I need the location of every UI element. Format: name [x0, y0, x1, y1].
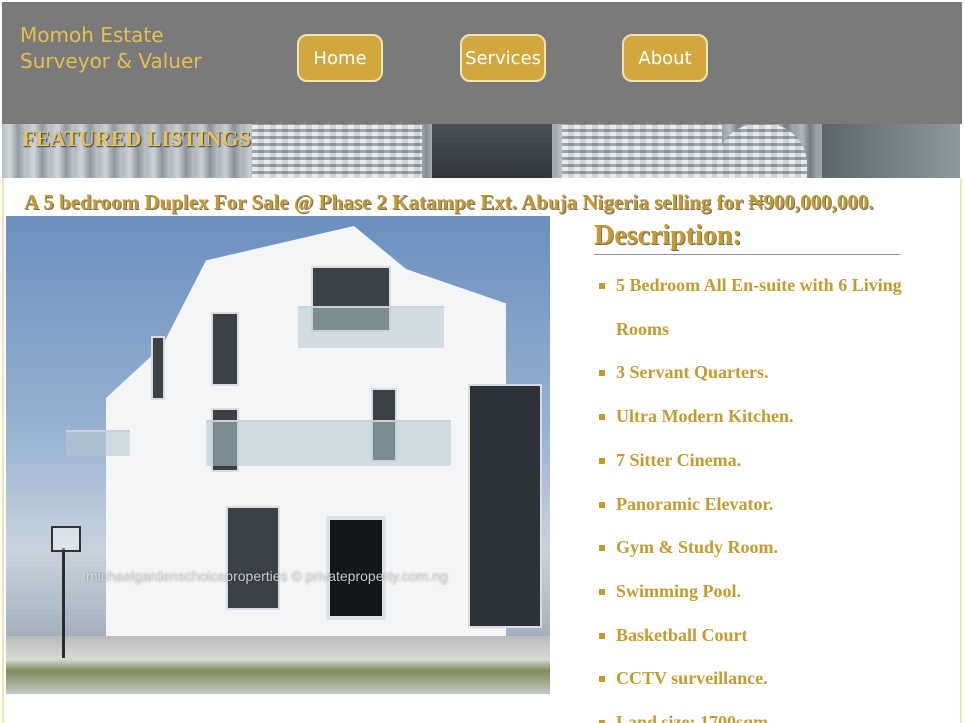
banner-title: FEATURED LISTINGS — [22, 126, 251, 151]
list-item: Basketball Court — [594, 614, 944, 658]
listing-title: A 5 bedroom Duplex For Sale @ Phase 2 Ka… — [24, 190, 874, 214]
balcony-glass — [206, 420, 451, 466]
window — [151, 336, 165, 400]
banner-decor — [562, 124, 722, 178]
description-heading: Description: — [594, 218, 900, 255]
photo-watermark: michaelgardenschoiceproperties © private… — [86, 568, 448, 584]
window — [468, 384, 542, 628]
balcony-glass — [66, 430, 130, 456]
brand-name: Momoh Estate Surveyor & Valuer — [20, 23, 202, 73]
banner-decor — [822, 124, 960, 178]
feature-list: 5 Bedroom All En-suite with 6 Living Roo… — [594, 264, 944, 723]
list-item: 5 Bedroom All En-suite with 6 Living Roo… — [594, 264, 944, 351]
banner-decor — [717, 124, 807, 178]
site-header: Momoh Estate Surveyor & Valuer Home Serv… — [2, 2, 962, 124]
featured-banner: FEATURED LISTINGS — [2, 124, 960, 178]
banner-decor — [432, 124, 552, 178]
nav-home-button[interactable]: Home — [297, 34, 383, 82]
banner-decor — [252, 124, 422, 178]
list-item: CCTV surveillance. — [594, 657, 944, 701]
property-photo: michaelgardenschoiceproperties © private… — [6, 216, 550, 694]
list-item: 3 Servant Quarters. — [594, 351, 944, 395]
nav-services-button[interactable]: Services — [460, 34, 546, 82]
window — [226, 506, 280, 610]
list-item: Gym & Study Room. — [594, 526, 944, 570]
list-item: 7 Sitter Cinema. — [594, 439, 944, 483]
page: Momoh Estate Surveyor & Valuer Home Serv… — [0, 0, 965, 723]
list-item: Ultra Modern Kitchen. — [594, 395, 944, 439]
nav-about-button[interactable]: About — [622, 34, 708, 82]
list-item: Panoramic Elevator. — [594, 483, 944, 527]
balcony-glass — [298, 306, 444, 348]
ground — [6, 636, 550, 694]
list-item: Land size: 1700sqm — [594, 701, 944, 723]
window — [211, 312, 239, 386]
basketball-hoop — [51, 526, 81, 552]
list-item: Swimming Pool. — [594, 570, 944, 614]
basketball-pole — [62, 548, 65, 658]
listing-card: A 5 bedroom Duplex For Sale @ Phase 2 Ka… — [2, 178, 962, 723]
